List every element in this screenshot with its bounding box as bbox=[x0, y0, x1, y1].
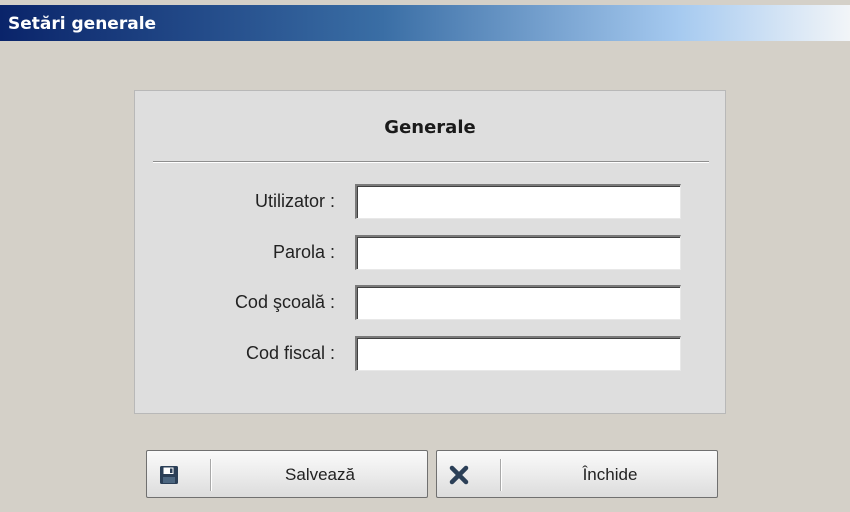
fiscal-code-label: Cod fiscal : bbox=[245, 343, 335, 363]
fiscal-code-input[interactable] bbox=[355, 336, 681, 371]
username-input[interactable] bbox=[355, 184, 681, 219]
panel-divider bbox=[153, 161, 709, 163]
password-input[interactable] bbox=[355, 235, 681, 270]
floppy-disk-icon bbox=[160, 466, 178, 484]
school-code-input[interactable] bbox=[355, 285, 681, 320]
settings-window: Setări generale Generale Utilizator : Pa… bbox=[0, 0, 850, 512]
title-bar: Setări generale bbox=[0, 5, 850, 41]
panel-title: Generale bbox=[384, 117, 476, 138]
general-settings-panel: Generale Utilizator : Parola : Cod şcoal… bbox=[134, 90, 726, 414]
save-button[interactable]: Salvează bbox=[146, 450, 428, 498]
close-x-icon bbox=[449, 465, 469, 485]
close-button[interactable]: Închide bbox=[436, 450, 718, 498]
close-button-separator bbox=[500, 459, 502, 491]
window-title: Setări generale bbox=[8, 14, 157, 34]
save-button-separator bbox=[210, 459, 212, 491]
save-button-label: Salvează bbox=[285, 465, 355, 484]
close-button-label: Închide bbox=[582, 465, 638, 484]
password-label: Parola : bbox=[272, 242, 335, 262]
username-label: Utilizator : bbox=[254, 191, 335, 211]
school-code-label: Cod şcoală : bbox=[234, 292, 335, 312]
